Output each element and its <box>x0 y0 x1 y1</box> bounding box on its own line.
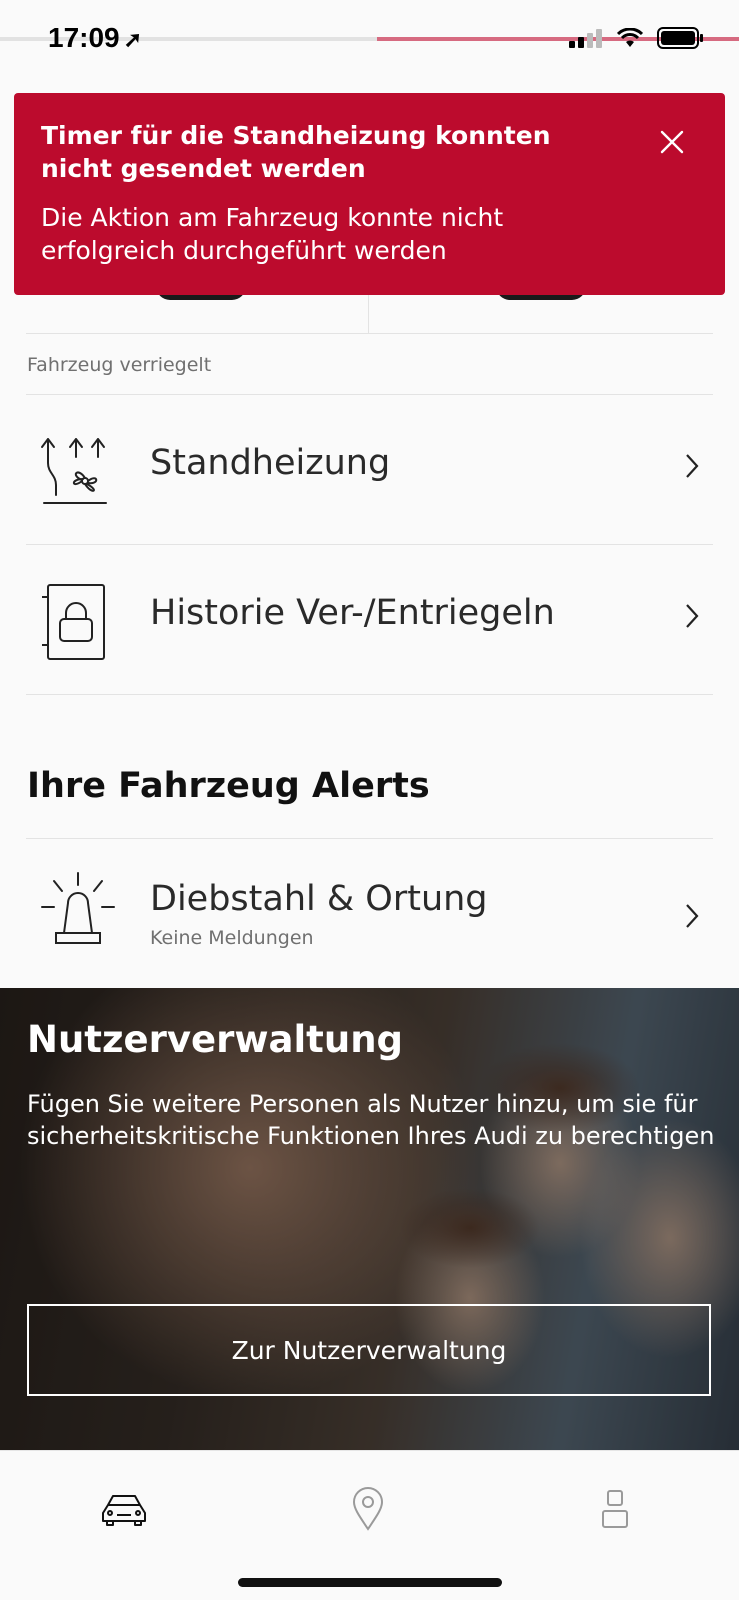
user-management-button[interactable]: Zur Nutzerverwaltung <box>27 1304 711 1396</box>
nav-tab-profile[interactable] <box>585 1479 645 1539</box>
location-arrow-icon: ➚ <box>123 27 143 52</box>
menu-item-label: Historie Ver-/Entriegeln <box>150 593 555 633</box>
battery-icon <box>657 27 703 49</box>
alerts-section-title: Ihre Fahrzeug Alerts <box>27 766 430 806</box>
car-icon <box>102 1495 146 1526</box>
user-management-banner: Nutzerverwaltung Fügen Sie weitere Perso… <box>0 988 739 1450</box>
user-icon <box>602 1490 628 1528</box>
alert-item-status: Keine Meldungen <box>150 927 314 949</box>
status-bar: 17:09 ➚ <box>0 0 739 80</box>
banner-text: Fügen Sie weitere Personen als Nutzer hi… <box>27 1090 715 1150</box>
alarm-light-icon <box>41 872 115 944</box>
chevron-right-icon <box>686 604 699 628</box>
lock-history-icon <box>42 584 105 660</box>
nav-tab-map[interactable] <box>338 1479 398 1539</box>
toast-message: Die Aktion am Fahrzeug konnte nicht erfo… <box>41 203 504 265</box>
divider <box>26 694 713 695</box>
location-pin-icon <box>352 1487 384 1531</box>
status-icons <box>569 26 705 50</box>
toast-title: Timer für die Standheizung konnten nicht… <box>41 121 551 183</box>
menu-item-historie[interactable]: Historie Ver-/Entriegeln <box>26 544 713 694</box>
alert-item-diebstahl[interactable]: Diebstahl & Ortung Keine Meldungen <box>26 838 713 988</box>
auxiliary-heating-icon <box>41 438 107 504</box>
cellular-signal-icon <box>569 29 602 48</box>
chevron-right-icon <box>686 454 699 478</box>
wifi-icon <box>617 28 643 47</box>
menu-item-standheizung[interactable]: Standheizung <box>26 394 713 544</box>
home-indicator <box>238 1578 502 1587</box>
nav-tab-vehicle[interactable] <box>94 1479 154 1539</box>
alert-item-label: Diebstahl & Ortung <box>150 879 488 919</box>
status-time: 17:09 ➚ <box>48 22 142 54</box>
chevron-right-icon <box>686 904 699 928</box>
banner-title: Nutzerverwaltung <box>27 1018 404 1061</box>
error-toast: Timer für die Standheizung konnten nicht… <box>14 93 725 295</box>
lock-status-text: Fahrzeug verriegelt <box>27 354 212 376</box>
status-time-text: 17:09 <box>48 22 120 53</box>
menu-item-label: Standheizung <box>150 443 391 483</box>
close-icon[interactable] <box>659 129 685 155</box>
